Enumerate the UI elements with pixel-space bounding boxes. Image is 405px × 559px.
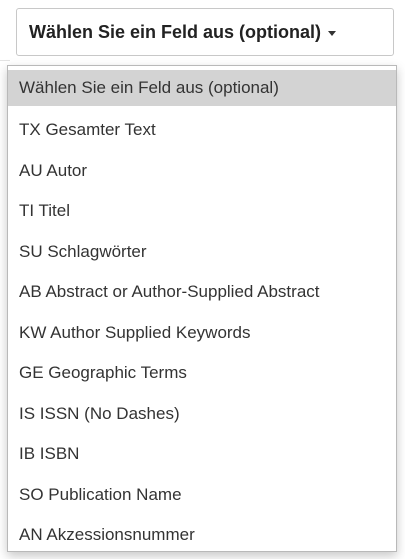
dropdown-option-an[interactable]: AN Akzessionsnummer xyxy=(8,515,396,551)
field-select-button[interactable]: Wählen Sie ein Feld aus (optional) xyxy=(16,8,394,56)
dropdown-option-ab[interactable]: AB Abstract or Author-Supplied Abstract xyxy=(8,272,396,313)
field-dropdown-menu: Wählen Sie ein Feld aus (optional) TX Ge… xyxy=(7,65,397,552)
dropdown-option-is[interactable]: IS ISSN (No Dashes) xyxy=(8,394,396,435)
dropdown-option-kw[interactable]: KW Author Supplied Keywords xyxy=(8,313,396,354)
dropdown-option-ge[interactable]: GE Geographic Terms xyxy=(8,353,396,394)
dropdown-option-ti[interactable]: TI Titel xyxy=(8,191,396,232)
caret-down-icon xyxy=(328,30,337,36)
dropdown-option-au[interactable]: AU Autor xyxy=(8,151,396,192)
dropdown-option-su[interactable]: SU Schlagwörter xyxy=(8,232,396,273)
background-divider xyxy=(0,60,10,61)
dropdown-option-so[interactable]: SO Publication Name xyxy=(8,475,396,516)
dropdown-option-tx[interactable]: TX Gesamter Text xyxy=(8,110,396,151)
field-select-label: Wählen Sie ein Feld aus (optional) xyxy=(29,21,322,42)
page: Wählen Sie ein Feld aus (optional) Wähle… xyxy=(0,0,405,559)
dropdown-option-placeholder[interactable]: Wählen Sie ein Feld aus (optional) xyxy=(8,70,396,106)
dropdown-option-ib[interactable]: IB ISBN xyxy=(8,434,396,475)
